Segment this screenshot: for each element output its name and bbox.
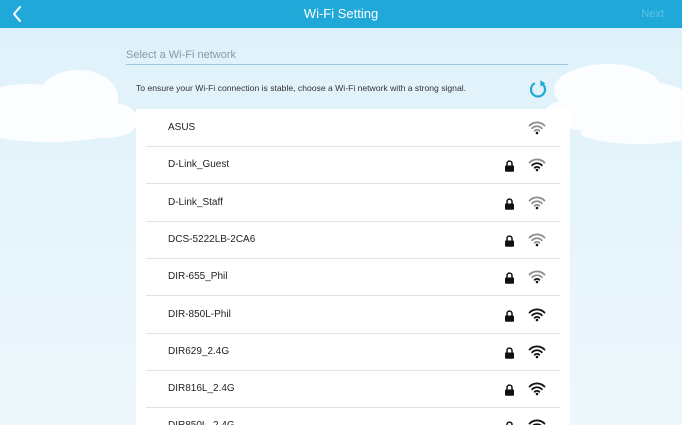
top-bar: Wi-Fi Setting Next xyxy=(0,0,682,28)
network-row[interactable]: ASUS xyxy=(146,109,560,147)
network-row[interactable]: DIR850L_2.4G xyxy=(146,407,560,425)
wifi-signal-icon xyxy=(528,157,546,172)
network-name: DIR816L_2.4G xyxy=(168,383,235,395)
network-row[interactable]: D-Link_Guest xyxy=(146,146,560,185)
network-row[interactable]: DCS-5222LB-2CA6 xyxy=(146,221,560,259)
next-button[interactable]: Next xyxy=(641,0,664,28)
network-name: D-Link_Guest xyxy=(168,159,230,171)
network-row[interactable]: DIR816L_2.4G xyxy=(146,370,560,409)
network-name: DIR-655_Phil xyxy=(168,271,228,283)
network-row[interactable]: DIR-655_Phil xyxy=(146,258,560,297)
lock-icon xyxy=(504,420,515,425)
refresh-button[interactable] xyxy=(527,78,549,100)
page-title: Wi-Fi Setting xyxy=(303,6,379,21)
network-row[interactable]: DIR-850L-Phil xyxy=(146,296,560,334)
wifi-signal-icon xyxy=(528,120,546,135)
lock-icon xyxy=(504,383,515,396)
wifi-signal-icon xyxy=(528,195,546,210)
network-row[interactable]: D-Link_Staff xyxy=(146,184,560,222)
wifi-signal-icon xyxy=(528,344,546,359)
network-name: ASUS xyxy=(168,122,196,133)
wifi-network-list: ASUS D-Link_Guest D-Link_Staff DCS-5222LB-2… xyxy=(136,109,570,425)
refresh-icon xyxy=(529,80,547,98)
lock-icon xyxy=(504,159,515,172)
wifi-signal-icon xyxy=(528,232,546,247)
wifi-signal-icon xyxy=(528,381,546,396)
network-row[interactable]: DIR629_2.4G xyxy=(146,333,560,371)
lock-icon xyxy=(504,271,515,284)
network-name: DIR850L_2.4G xyxy=(168,407,235,425)
lock-icon xyxy=(504,197,515,210)
wifi-signal-icon xyxy=(528,307,546,322)
wifi-signal-icon xyxy=(528,269,546,284)
select-network-label: Select a Wi-Fi network xyxy=(126,49,237,61)
select-divider xyxy=(126,64,568,65)
lock-icon xyxy=(504,346,515,359)
network-name: D-Link_Staff xyxy=(168,196,223,208)
network-name: DCS-5222LB-2CA6 xyxy=(168,233,256,245)
network-name: DIR629_2.4G xyxy=(168,345,230,357)
lock-icon xyxy=(504,309,515,322)
network-name: DIR-850L-Phil xyxy=(168,308,231,320)
lock-icon xyxy=(504,234,515,247)
wifi-signal-icon xyxy=(528,418,546,425)
signal-hint-text: To ensure your Wi-Fi connection is stabl… xyxy=(136,83,467,93)
